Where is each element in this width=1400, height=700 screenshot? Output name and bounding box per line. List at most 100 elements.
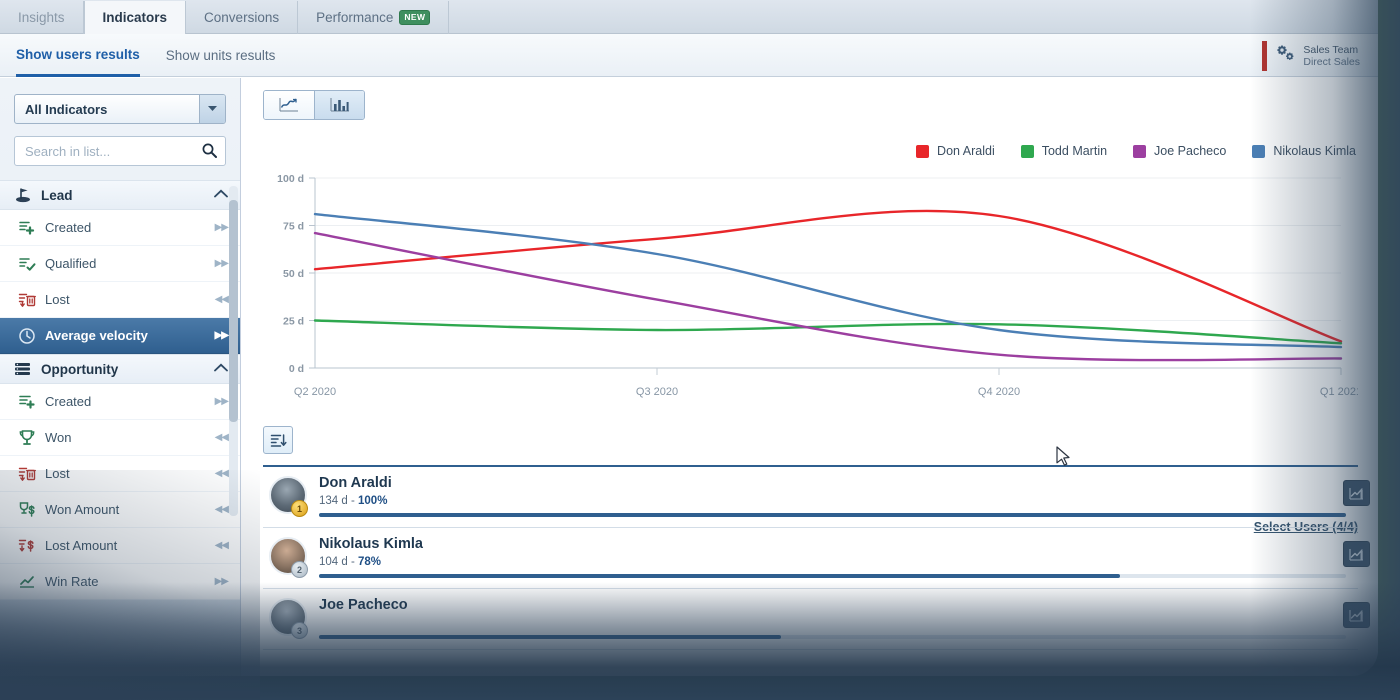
sidebar-item-trend-arrows: ▶▶ bbox=[215, 576, 228, 587]
sidebar-scrollbar-thumb[interactable] bbox=[229, 200, 238, 422]
progress-bar bbox=[319, 574, 1120, 578]
sidebar-item-qualified[interactable]: Qualified ▶▶ bbox=[0, 246, 240, 282]
chart-type-toggle bbox=[263, 90, 365, 120]
top-tab-bar: Insights Indicators Conversions Performance… bbox=[0, 0, 1378, 34]
sidebar-item-lost-amount[interactable]: Lost Amount ◀◀ bbox=[0, 528, 240, 564]
lead-lost-icon bbox=[18, 291, 36, 309]
legend-item-joe-pacheco[interactable]: Joe Pacheco bbox=[1133, 144, 1226, 158]
y-axis-tick-label: 0 d bbox=[289, 363, 304, 375]
chevron-up-icon[interactable] bbox=[214, 363, 228, 375]
sidebar-item-trend-arrows: ◀◀ bbox=[215, 432, 228, 443]
user-separator: - bbox=[348, 495, 358, 507]
sidebar-item-trend-arrows: ◀◀ bbox=[215, 468, 228, 479]
legend-swatch bbox=[916, 145, 929, 158]
user-rows: 1Don Araldi134 d - 100%2Nikolaus Kimla10… bbox=[263, 465, 1358, 650]
sidebar-item-trend-arrows: ◀◀ bbox=[215, 540, 228, 551]
user-percent: 78% bbox=[358, 556, 381, 568]
subtab-users-results[interactable]: Show users results bbox=[16, 34, 140, 77]
chart-plot-area: 0 d25 d50 d75 d100 dQ2 2020Q3 2020Q4 202… bbox=[263, 170, 1358, 408]
sidebar-group-label: Opportunity bbox=[41, 362, 118, 377]
sidebar-item-created[interactable]: Created▶▶ bbox=[0, 384, 240, 420]
user-value: 104 d bbox=[319, 556, 348, 568]
sort-descending-icon[interactable] bbox=[263, 426, 293, 454]
line-chart-icon[interactable] bbox=[264, 91, 314, 119]
tab-label: Insights bbox=[18, 10, 65, 25]
sidebar-item-lost[interactable]: Lost ◀◀ bbox=[0, 282, 240, 318]
sidebar-scrollbar[interactable] bbox=[229, 186, 238, 516]
search-field-wrap bbox=[14, 136, 226, 166]
sidebar-group-opportunity[interactable]: Opportunity bbox=[0, 354, 240, 384]
y-axis-tick-label: 25 d bbox=[283, 316, 304, 328]
tab-insights[interactable]: Insights bbox=[0, 1, 84, 34]
tab-label: Performance bbox=[316, 10, 393, 25]
sidebar-group-label: Lead bbox=[41, 188, 73, 203]
opp-lost-icon bbox=[18, 465, 36, 483]
sidebar-item-win-rate[interactable]: Win Rate▶▶ bbox=[0, 564, 240, 600]
sub-tab-bar: Show users results Show units results Sal… bbox=[0, 34, 1378, 77]
chevron-down-icon[interactable] bbox=[199, 95, 225, 123]
indicator-filter-value[interactable]: All Indicators bbox=[14, 94, 226, 124]
opp-created-icon bbox=[18, 393, 36, 411]
win-rate-icon bbox=[18, 573, 36, 591]
tab-label: Conversions bbox=[204, 10, 279, 25]
trophy-icon bbox=[18, 429, 36, 447]
x-axis-tick-label: Q2 2020 bbox=[294, 386, 336, 398]
legend-item-todd-martin[interactable]: Todd Martin bbox=[1021, 144, 1107, 158]
chevron-up-icon[interactable] bbox=[214, 189, 228, 201]
user-value: 134 d bbox=[319, 495, 348, 507]
indicator-filter[interactable]: All Indicators bbox=[14, 94, 226, 124]
sidebar-item-label: Lost bbox=[45, 292, 70, 307]
user-row[interactable]: 1Don Araldi134 d - 100% bbox=[263, 467, 1358, 528]
sidebar-item-won[interactable]: Won◀◀ bbox=[0, 420, 240, 456]
bar-chart-icon[interactable] bbox=[314, 91, 364, 119]
chart-icon[interactable] bbox=[1343, 480, 1370, 506]
team-name: Sales Team bbox=[1303, 44, 1360, 56]
chart-icon[interactable] bbox=[1343, 541, 1370, 567]
gears-icon bbox=[1276, 45, 1296, 68]
progress-bar bbox=[319, 635, 781, 639]
sidebar-group-lead[interactable]: Lead bbox=[0, 180, 240, 210]
indicator-nav-list: LeadCreated▶▶Qualified▶▶Lost◀◀Average ve… bbox=[0, 180, 240, 650]
y-axis-tick-label: 50 d bbox=[283, 268, 304, 280]
legend-label: Joe Pacheco bbox=[1154, 144, 1226, 158]
sidebar-item-trend-arrows: ▶▶ bbox=[215, 258, 228, 269]
tab-conversions[interactable]: Conversions bbox=[186, 1, 298, 34]
sidebar-item-won-amount[interactable]: Won Amount ◀◀ bbox=[0, 492, 240, 528]
lead-created-icon bbox=[18, 219, 36, 237]
clock-icon bbox=[18, 327, 36, 345]
search-icon[interactable] bbox=[202, 143, 217, 163]
sidebar-item-trend-arrows: ◀◀ bbox=[215, 504, 228, 515]
legend-swatch bbox=[1252, 145, 1265, 158]
team-selector[interactable]: Sales Team Direct Sales bbox=[1262, 41, 1360, 71]
sidebar-item-label: Lost Amount bbox=[45, 538, 117, 553]
sidebar-item-label: Won Amount bbox=[45, 502, 119, 517]
progress-track bbox=[319, 635, 1346, 639]
progress-bar bbox=[319, 513, 1346, 517]
search-input[interactable] bbox=[14, 136, 226, 166]
user-name: Don Araldi bbox=[319, 475, 392, 491]
sidebar-item-label: Qualified bbox=[45, 256, 96, 271]
team-unit: Direct Sales bbox=[1303, 56, 1360, 68]
user-row[interactable]: 3Joe Pacheco bbox=[263, 589, 1358, 650]
legend-swatch bbox=[1021, 145, 1034, 158]
subtab-units-results[interactable]: Show units results bbox=[166, 34, 276, 77]
sidebar-item-lost[interactable]: Lost◀◀ bbox=[0, 456, 240, 492]
stack-icon bbox=[14, 360, 32, 378]
progress-track bbox=[319, 513, 1346, 517]
sidebar-item-average-velocity[interactable]: Average velocity▶▶ bbox=[0, 318, 240, 354]
legend-swatch bbox=[1133, 145, 1146, 158]
top-tabs: Insights Indicators Conversions Performance… bbox=[0, 0, 1378, 34]
rank-badge: 3 bbox=[291, 622, 308, 639]
sidebar-item-trend-arrows: ◀◀ bbox=[215, 294, 228, 305]
lead-flag-icon bbox=[14, 186, 32, 204]
legend-item-don-araldi[interactable]: Don Araldi bbox=[916, 144, 995, 158]
sidebar-item-created[interactable]: Created▶▶ bbox=[0, 210, 240, 246]
sidebar-item-label: Average velocity bbox=[45, 328, 148, 343]
sidebar-item-label: Created bbox=[45, 220, 91, 235]
tab-performance[interactable]: PerformanceNEW bbox=[298, 1, 449, 34]
tab-indicators[interactable]: Indicators bbox=[84, 1, 187, 34]
legend-item-nikolaus-kimla[interactable]: Nikolaus Kimla bbox=[1252, 144, 1356, 158]
user-row[interactable]: 2Nikolaus Kimla104 d - 78% bbox=[263, 528, 1358, 589]
series-line-joe-pacheco bbox=[315, 233, 1341, 360]
chart-icon[interactable] bbox=[1343, 602, 1370, 628]
